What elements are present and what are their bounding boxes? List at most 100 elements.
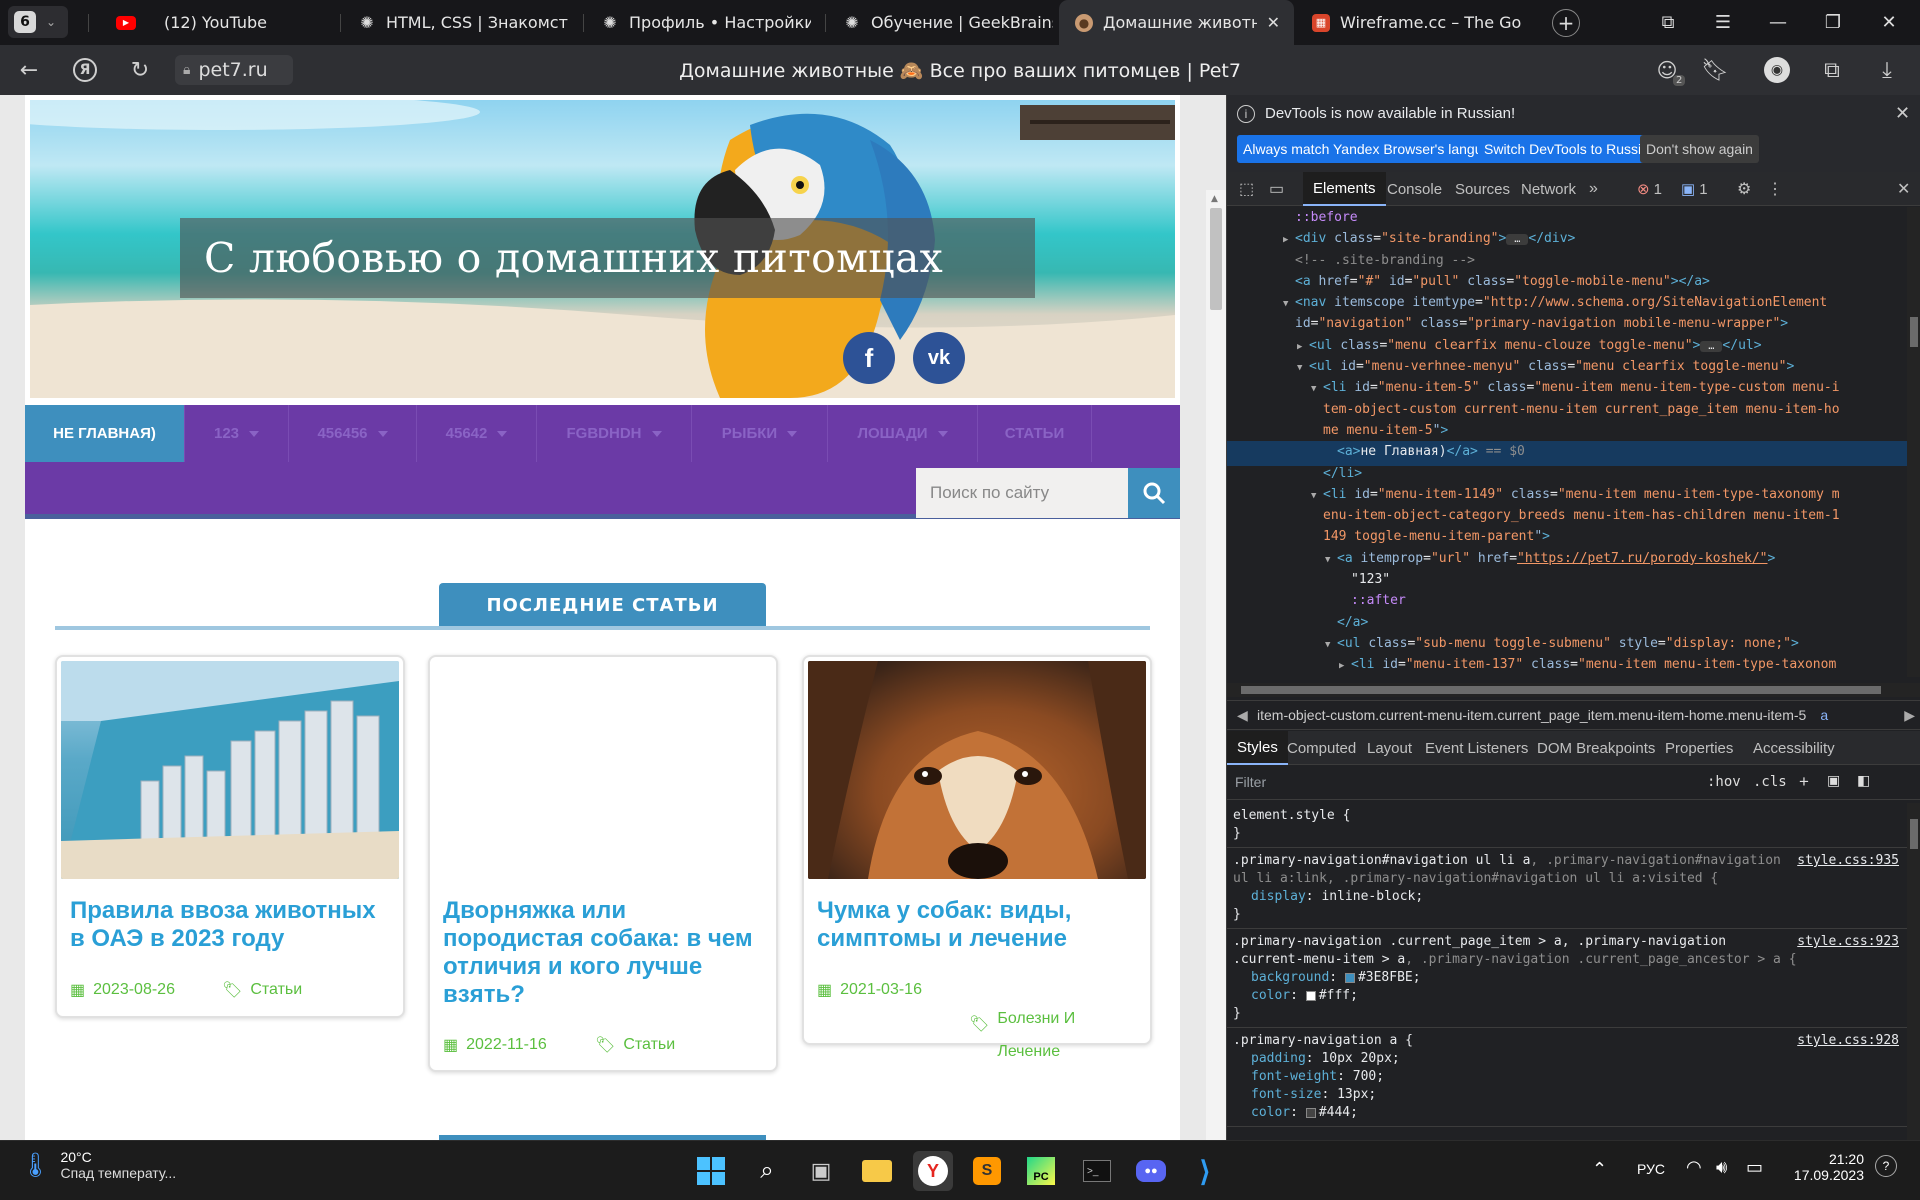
nav-item-fgbdhdh[interactable]: FGBDHDH bbox=[537, 405, 692, 462]
color-swatch[interactable] bbox=[1305, 990, 1316, 1001]
close-icon[interactable]: ✕ bbox=[1895, 103, 1910, 124]
dom-node-line[interactable]: <a>не Главная)</a> == $0 bbox=[1227, 441, 1907, 463]
yandex-icon[interactable]: Я bbox=[68, 53, 102, 87]
vk-icon[interactable]: vk bbox=[913, 332, 965, 384]
scrollbar-up-arrow[interactable]: ▲ bbox=[1211, 194, 1218, 204]
task-view-icon[interactable]: ▣ bbox=[801, 1151, 841, 1191]
dom-node-line[interactable]: </li> bbox=[1227, 463, 1907, 484]
sublime-text-icon[interactable]: S bbox=[967, 1151, 1007, 1191]
dom-node-line[interactable]: ::after bbox=[1227, 590, 1907, 611]
dom-node-line[interactable]: tem-object-custom current-menu-item curr… bbox=[1227, 399, 1907, 420]
tab-network[interactable]: Network bbox=[1511, 172, 1586, 206]
dom-node-line[interactable]: ▼ <ul id="menu-verhnee-menyu" class="menu… bbox=[1227, 356, 1907, 377]
tab-geekbrains[interactable]: ✺ Обучение | GeekBrains - bbox=[827, 0, 1067, 45]
page-scrollbar[interactable]: ▲ ▼ bbox=[1206, 190, 1226, 1140]
tab-wireframe[interactable]: ▦ Wireframe.cc – The Go-to bbox=[1296, 0, 1536, 45]
filter-input[interactable]: Filter bbox=[1235, 774, 1266, 790]
alice-icon[interactable]: ◉ bbox=[1760, 53, 1794, 87]
dom-node-line[interactable]: "123" bbox=[1227, 569, 1907, 590]
styles-scrollbar[interactable] bbox=[1907, 803, 1920, 1140]
css-property[interactable]: background: #3E8FBE; bbox=[1233, 969, 1901, 987]
tab-sources[interactable]: Sources bbox=[1445, 172, 1520, 206]
dom-node-line[interactable]: enu-item-object-category_breeds menu-ite… bbox=[1227, 505, 1907, 526]
article-title[interactable]: Чумка у собак: виды, симптомы и лечение bbox=[817, 897, 1137, 953]
dom-node-line[interactable]: ▶ <li id="menu-item-137" class="menu-item… bbox=[1227, 654, 1907, 675]
error-counter[interactable]: ⊗ 1 bbox=[1627, 172, 1672, 206]
language-indicator[interactable]: РУС bbox=[1637, 1161, 1665, 1177]
article-card[interactable]: Чумка у собак: виды, симптомы и лечение … bbox=[802, 655, 1152, 1060]
paint-icon[interactable]: ▣ bbox=[1827, 772, 1840, 789]
tab-dom-breakpoints[interactable]: DOM Breakpoints bbox=[1527, 731, 1665, 765]
search-icon[interactable]: ⌕ bbox=[747, 1151, 787, 1191]
breadcrumb-left-arrow[interactable]: ◀ bbox=[1237, 707, 1248, 724]
new-tab-button[interactable]: + bbox=[1552, 9, 1580, 37]
start-icon[interactable] bbox=[691, 1151, 731, 1191]
article-card[interactable]: Дворняжка или породистая собака: в чем о… bbox=[428, 655, 778, 1072]
dom-hscrollbar[interactable] bbox=[1227, 683, 1920, 697]
css-rule[interactable]: style.css:923 .primary-navigation .curren… bbox=[1227, 929, 1907, 1028]
css-property[interactable]: font-size: 13px; bbox=[1233, 1086, 1901, 1104]
menu-icon[interactable]: ☰ bbox=[1700, 0, 1746, 45]
weather-widget[interactable]: 🌡︎ 20°C Спад температу... bbox=[20, 1149, 176, 1181]
css-rule[interactable]: element.style {} bbox=[1227, 803, 1907, 848]
dom-node-line[interactable]: ▼ <nav itemscope itemtype="http://www.sch… bbox=[1227, 292, 1907, 313]
switch-russian-button[interactable]: Switch DevTools to Russian bbox=[1478, 135, 1663, 163]
tab-elements[interactable]: Elements bbox=[1303, 172, 1386, 206]
notifications-icon[interactable]: ☺ 2 bbox=[1650, 53, 1686, 87]
dom-node-line[interactable]: ▶ <div class="site-branding"> … </div> bbox=[1227, 228, 1907, 249]
download-icon[interactable]: ⤓ bbox=[1870, 53, 1904, 87]
device-toggle-icon[interactable]: ▭ bbox=[1259, 172, 1294, 206]
file-explorer-icon[interactable] bbox=[857, 1151, 897, 1191]
tab-accessibility[interactable]: Accessibility bbox=[1743, 731, 1845, 765]
tab-pet7-active[interactable]: ● Домашние животные ✕ bbox=[1059, 0, 1294, 45]
dom-node-line[interactable]: ▼ <li id="menu-item-1149" class="menu-ite… bbox=[1227, 484, 1907, 505]
tab-computed[interactable]: Computed bbox=[1277, 731, 1366, 765]
terminal-icon[interactable]: >_ bbox=[1077, 1151, 1117, 1191]
cls-toggle[interactable]: .cls bbox=[1753, 774, 1787, 790]
article-title[interactable]: Дворняжка или породистая собака: в чем о… bbox=[443, 897, 763, 1009]
css-property[interactable]: padding: 10px 20px; bbox=[1233, 1050, 1901, 1068]
dom-scrollbar[interactable] bbox=[1907, 207, 1920, 677]
minimize-button[interactable]: — bbox=[1755, 0, 1801, 45]
add-rule-icon[interactable]: + bbox=[1799, 772, 1809, 792]
address-bar[interactable]: 🔒︎ pet7.ru bbox=[175, 55, 293, 85]
tab-console[interactable]: Console bbox=[1377, 172, 1452, 206]
tabs-collection-icon[interactable]: ⧉ bbox=[1645, 0, 1691, 45]
maximize-button[interactable]: ❐ bbox=[1810, 0, 1856, 45]
tab-profile[interactable]: ✺ Профиль • Настройки п bbox=[585, 0, 825, 45]
dom-tree[interactable]: ::before ▶ <div class="site-branding"> … <… bbox=[1227, 207, 1907, 677]
dom-node-line[interactable]: ▶ <ul class="menu clearfix menu-clouze to… bbox=[1227, 335, 1907, 356]
color-swatch[interactable] bbox=[1305, 1107, 1316, 1118]
dom-breadcrumb[interactable]: ◀ item-object-custom.current-menu-item.c… bbox=[1227, 700, 1920, 730]
tab-youtube[interactable]: ▶ (12) YouTube bbox=[100, 0, 340, 45]
article-image[interactable] bbox=[434, 661, 772, 879]
dom-node-line[interactable]: 149 toggle-menu-item-parent"> bbox=[1227, 526, 1907, 547]
article-title[interactable]: Правила ввоза животных в ОАЭ в 2023 году bbox=[70, 897, 390, 953]
nav-item-45642[interactable]: 45642 bbox=[417, 405, 537, 462]
notification-center-icon[interactable]: ? bbox=[1875, 1155, 1897, 1177]
dom-node-line[interactable]: me menu-item-5"> bbox=[1227, 420, 1907, 441]
back-arrow-icon[interactable]: ← bbox=[12, 53, 46, 87]
dom-node-line[interactable]: </a> bbox=[1227, 612, 1907, 633]
clock[interactable]: 21:20 17.09.2023 bbox=[1780, 1151, 1864, 1183]
search-input[interactable]: Поиск по сайту bbox=[916, 468, 1128, 518]
dom-node-line[interactable]: id="navigation" class="primary-navigatio… bbox=[1227, 313, 1907, 334]
message-counter[interactable]: ▣ 1 bbox=[1671, 172, 1718, 206]
battery-icon[interactable]: ▭ bbox=[1746, 1157, 1763, 1178]
dom-scrollbar-thumb[interactable] bbox=[1910, 317, 1918, 347]
dom-node-line[interactable]: ▼ <li id="menu-item-5" class="menu-item m… bbox=[1227, 377, 1907, 398]
collections-icon[interactable]: ⧉ bbox=[1815, 53, 1849, 87]
pycharm-icon[interactable]: PC bbox=[1021, 1151, 1061, 1191]
css-property[interactable]: color: #444; bbox=[1233, 1104, 1901, 1122]
tab-layout[interactable]: Layout bbox=[1357, 731, 1422, 765]
css-property[interactable]: display: inline-block; bbox=[1233, 888, 1901, 906]
rule-source-link[interactable]: style.css:928 bbox=[1797, 1032, 1899, 1050]
nav-item-horses[interactable]: ЛОШАДИ bbox=[828, 405, 978, 462]
rule-source-link[interactable]: style.css:923 bbox=[1797, 933, 1899, 951]
dom-node-line[interactable]: ::before bbox=[1227, 207, 1907, 228]
color-swatch[interactable] bbox=[1344, 972, 1355, 983]
more-tabs-icon[interactable]: » bbox=[1579, 172, 1608, 206]
css-rule[interactable]: style.css:928 .primary-navigation a {padd… bbox=[1227, 1028, 1907, 1127]
kebab-menu-icon[interactable]: ⋮ bbox=[1757, 172, 1793, 206]
reload-icon[interactable]: ↻ bbox=[123, 53, 157, 87]
